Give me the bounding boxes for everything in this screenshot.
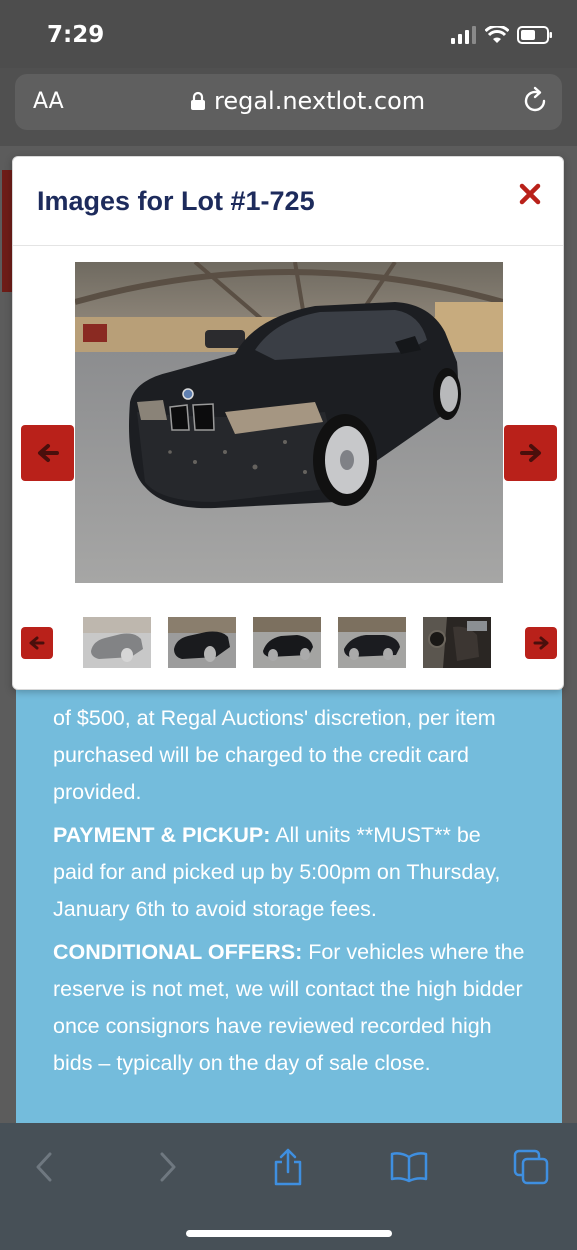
status-bar: 7:29 [0,0,577,68]
modal-divider [13,245,563,246]
back-icon [36,1152,52,1182]
tabs-button[interactable] [511,1147,551,1187]
url-text: regal.nextlot.com [214,87,426,115]
thumbnail-1[interactable] [83,617,151,668]
status-icons [451,24,553,46]
share-button[interactable] [268,1147,308,1187]
signal-icon [451,26,476,44]
thumbnail-5[interactable] [423,617,491,668]
battery-icon [517,26,552,44]
thumbnail-strip [83,617,491,668]
auction-terms-panel: of $500, at Regal Auctions' discretion, … [16,660,562,1123]
bookmarks-button[interactable] [389,1147,429,1187]
conditional-heading: CONDITIONAL OFFERS: [53,940,303,964]
arrow-right-icon [519,444,541,462]
thumbnails-next-button[interactable] [525,627,557,659]
back-button[interactable] [24,1147,64,1187]
forward-icon [160,1152,176,1182]
url-display[interactable]: regal.nextlot.com [190,87,425,115]
thumbnails-previous-button[interactable] [21,627,53,659]
thumbnail-2[interactable] [168,617,236,668]
url-bar[interactable]: AA regal.nextlot.com [15,74,562,130]
header-banner-edge [2,170,12,292]
thumbnail-3[interactable] [253,617,321,668]
terms-intro: of $500, at Regal Auctions' discretion, … [53,706,496,804]
image-gallery-modal: Images for Lot #1-725 [12,156,564,690]
next-image-button[interactable] [504,425,557,481]
status-time: 7:29 [47,22,105,48]
terms-payment: PAYMENT & PICKUP: All units **MUST** be … [53,817,526,928]
close-icon[interactable] [519,183,541,205]
arrow-left-icon [37,444,59,462]
arrow-right-icon [533,636,549,650]
car-photo-image [75,262,503,583]
reload-icon[interactable] [520,86,550,116]
share-icon [274,1148,302,1186]
home-indicator [186,1230,392,1237]
previous-image-button[interactable] [21,425,74,481]
bookmarks-icon [390,1152,428,1183]
terms-conditional: CONDITIONAL OFFERS: For vehicles where t… [53,934,526,1082]
forward-button[interactable] [148,1147,188,1187]
lock-icon [191,91,205,110]
thumbnail-4[interactable] [338,617,406,668]
tabs-icon [513,1149,549,1185]
wifi-icon [485,26,509,43]
main-lot-photo[interactable] [75,262,503,583]
payment-heading: PAYMENT & PICKUP: [53,823,271,847]
arrow-left-icon [29,636,45,650]
modal-title: Images for Lot #1-725 [37,186,315,216]
reader-options-button[interactable]: AA [33,89,64,114]
